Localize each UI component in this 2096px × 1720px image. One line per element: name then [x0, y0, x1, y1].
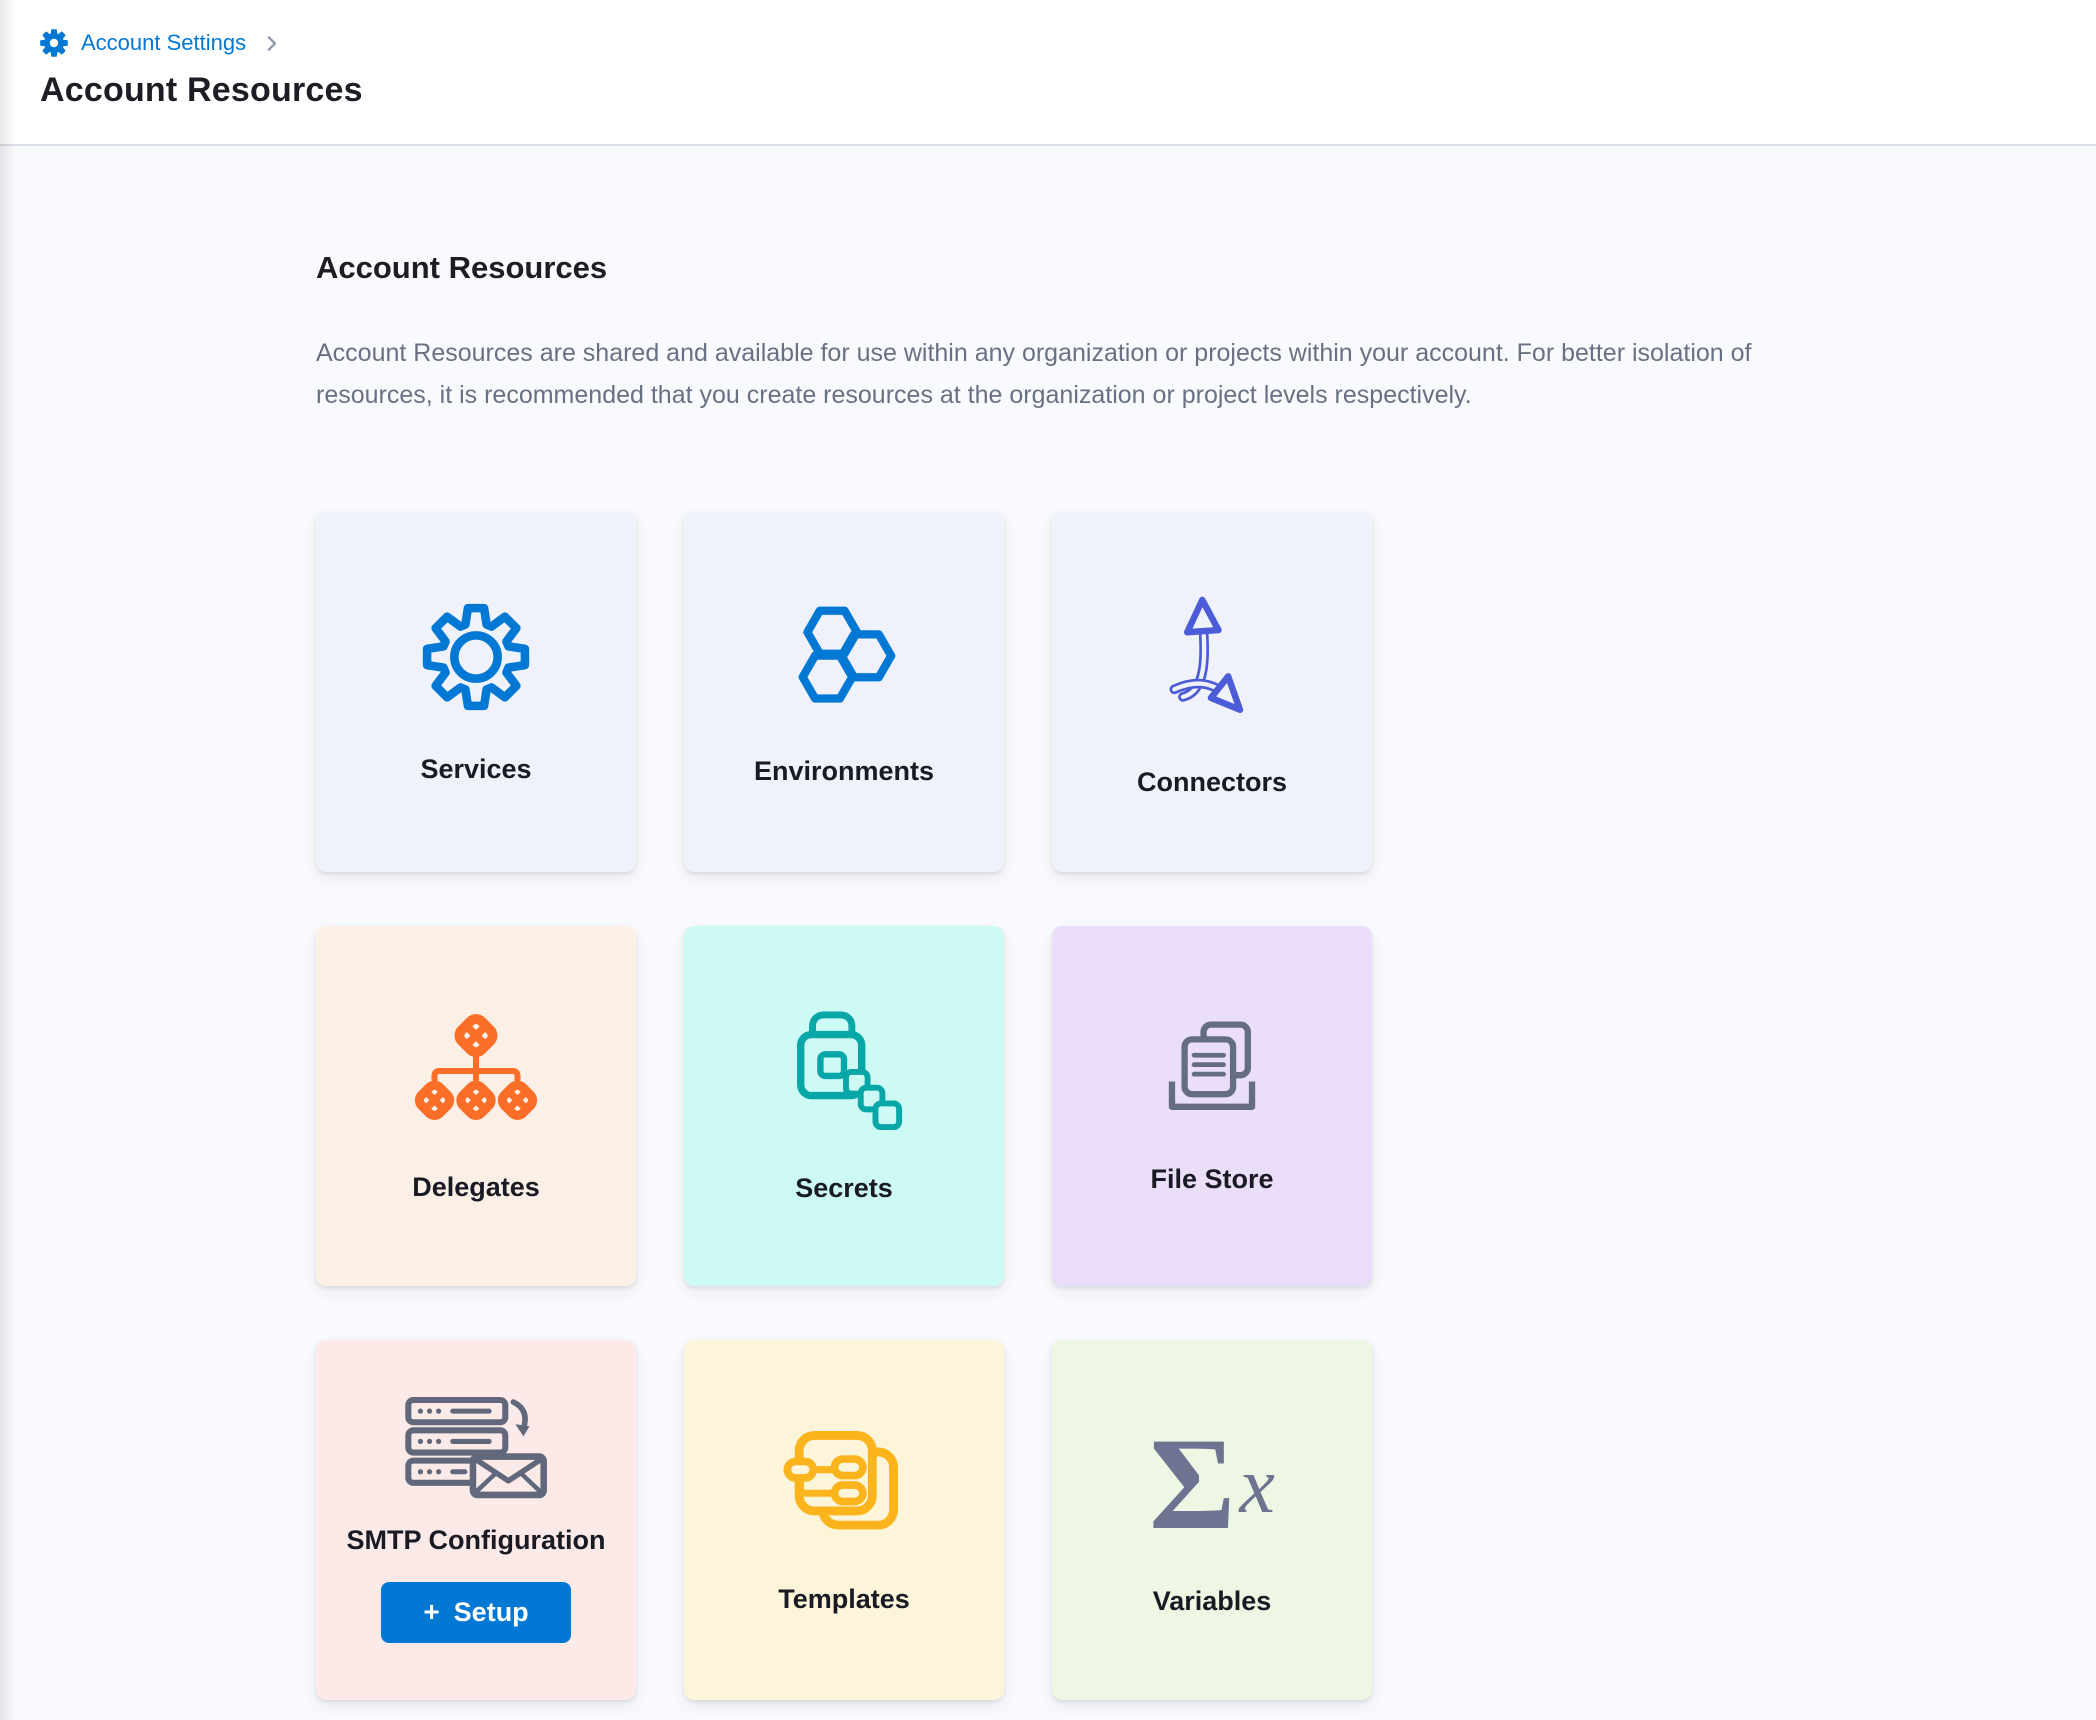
card-variables[interactable]: Σx Variables	[1052, 1340, 1372, 1700]
variables-sigma-icon: Σx	[1149, 1424, 1275, 1546]
card-label: Variables	[1153, 1586, 1272, 1617]
card-smtp-configuration[interactable]: SMTP Configuration + Setup	[316, 1340, 636, 1700]
templates-stack-icon	[785, 1426, 903, 1544]
card-delegates[interactable]: Delegates	[316, 926, 636, 1286]
main-content: Account Resources Account Resources are …	[0, 146, 2096, 1700]
chevron-right-icon	[261, 33, 282, 54]
math-x-glyph: x	[1239, 1441, 1275, 1532]
breadcrumb: Account Settings	[40, 29, 2096, 57]
card-label: SMTP Configuration	[347, 1525, 606, 1556]
page-header: Account Settings Account Resources	[0, 0, 2096, 146]
card-label: File Store	[1150, 1164, 1273, 1195]
card-services[interactable]: Services	[316, 512, 636, 872]
section-description: Account Resources are shared and availab…	[316, 332, 1796, 416]
delegates-tree-icon	[415, 1010, 537, 1132]
breadcrumb-link-account-settings[interactable]: Account Settings	[81, 30, 246, 56]
environments-hexagons-icon	[785, 598, 903, 716]
settings-gear-icon	[40, 29, 68, 57]
secrets-lock-icon	[783, 1009, 905, 1133]
card-label: Secrets	[795, 1173, 893, 1204]
page-title: Account Resources	[40, 71, 2096, 110]
plus-icon: +	[423, 1598, 439, 1626]
card-connectors[interactable]: Connectors	[1052, 512, 1372, 872]
section-heading: Account Resources	[316, 250, 2096, 286]
setup-button-label: Setup	[454, 1597, 529, 1628]
card-file-store[interactable]: File Store	[1052, 926, 1372, 1286]
connectors-arrows-icon	[1158, 587, 1266, 727]
resource-card-grid: Services Environments Connectors	[316, 512, 2096, 1700]
card-label: Delegates	[412, 1172, 540, 1203]
card-label: Services	[420, 754, 531, 785]
card-label: Templates	[778, 1584, 910, 1615]
smtp-setup-button[interactable]: + Setup	[381, 1582, 570, 1643]
card-environments[interactable]: Environments	[684, 512, 1004, 872]
card-secrets[interactable]: Secrets	[684, 926, 1004, 1286]
card-label: Environments	[754, 756, 934, 787]
sigma-glyph: Σ	[1149, 1425, 1235, 1544]
smtp-server-mail-icon	[400, 1398, 552, 1499]
file-store-documents-icon	[1153, 1018, 1271, 1124]
card-templates[interactable]: Templates	[684, 1340, 1004, 1700]
services-gear-icon	[419, 600, 533, 714]
card-label: Connectors	[1137, 767, 1287, 798]
